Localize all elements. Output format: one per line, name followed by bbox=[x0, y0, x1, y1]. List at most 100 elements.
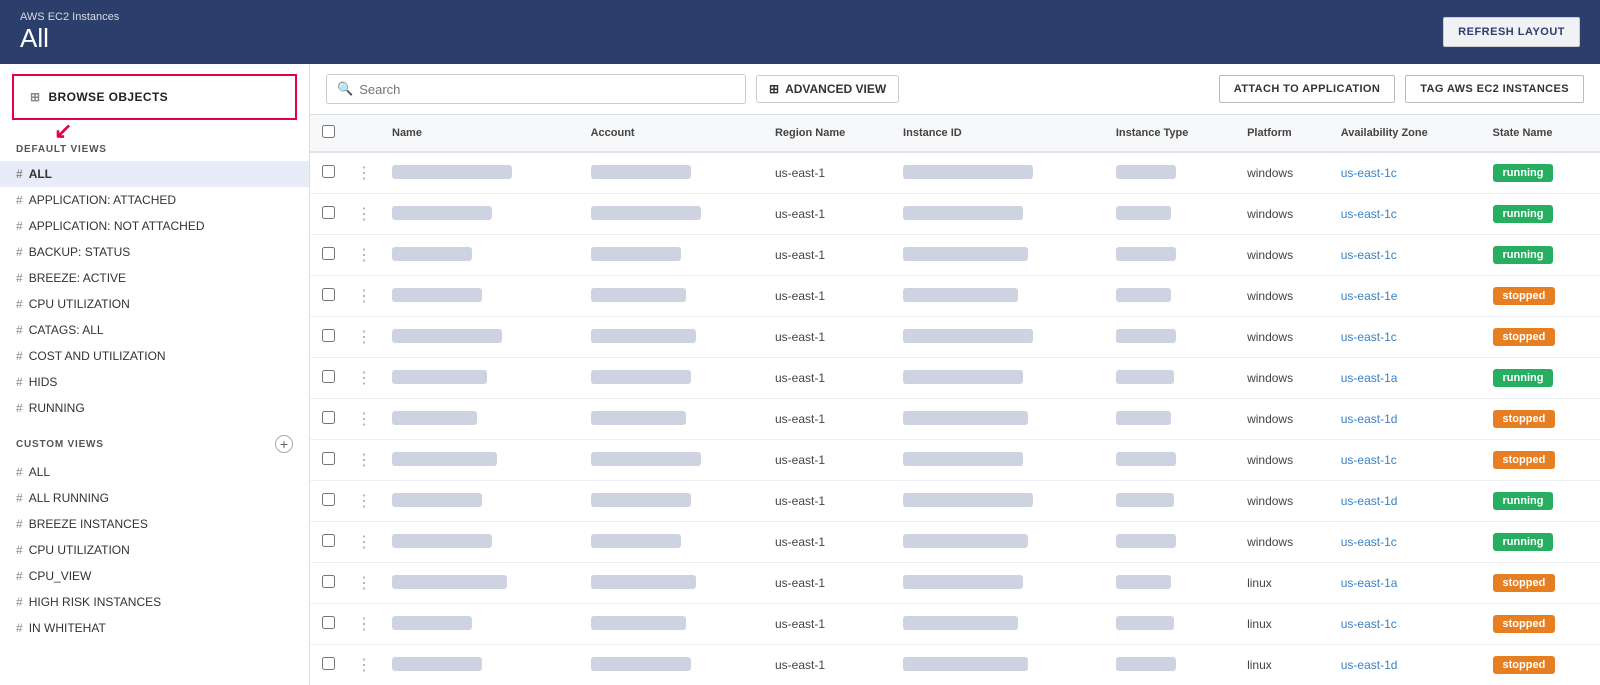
row-menu-button[interactable]: ⋮ bbox=[356, 165, 372, 182]
hash-icon: # bbox=[16, 297, 23, 311]
row-menu-button[interactable]: ⋮ bbox=[356, 206, 372, 223]
az-link[interactable]: us-east-1c bbox=[1341, 248, 1397, 262]
state-badge: running bbox=[1493, 533, 1554, 551]
sidebar-custom-item-2[interactable]: #BREEZE INSTANCES bbox=[0, 511, 309, 537]
row-checkbox-cell bbox=[310, 440, 346, 481]
instance-id-value bbox=[903, 575, 1023, 589]
row-checkbox-cell bbox=[310, 645, 346, 685]
row-checkbox-6[interactable] bbox=[322, 411, 335, 424]
advanced-view-button[interactable]: ⊞ ADVANCED VIEW bbox=[756, 75, 899, 103]
instance-id-value bbox=[903, 411, 1028, 425]
row-checkbox-12[interactable] bbox=[322, 657, 335, 670]
az-link[interactable]: us-east-1d bbox=[1341, 412, 1398, 426]
name-cell bbox=[382, 563, 581, 604]
az-link[interactable]: us-east-1c bbox=[1341, 453, 1397, 467]
sidebar-default-item-9[interactable]: #RUNNING bbox=[0, 395, 309, 421]
row-menu-button[interactable]: ⋮ bbox=[356, 247, 372, 264]
sidebar-custom-item-0[interactable]: #ALL bbox=[0, 459, 309, 485]
az-link[interactable]: us-east-1a bbox=[1341, 576, 1398, 590]
name-cell bbox=[382, 194, 581, 235]
az-link[interactable]: us-east-1e bbox=[1341, 289, 1398, 303]
default-views-label: DEFAULT VIEWS bbox=[0, 130, 309, 161]
row-checkbox-cell bbox=[310, 317, 346, 358]
attach-to-application-button[interactable]: ATTACH TO APPLICATION bbox=[1219, 75, 1396, 103]
row-menu-button[interactable]: ⋮ bbox=[356, 534, 372, 551]
table-row: ⋮ us-east-1 windows us-east-1e stopped bbox=[310, 276, 1600, 317]
sidebar-default-item-4[interactable]: #BREEZE: ACTIVE bbox=[0, 265, 309, 291]
row-menu-cell: ⋮ bbox=[346, 440, 382, 481]
instance-id-value bbox=[903, 206, 1023, 220]
select-all-checkbox[interactable] bbox=[322, 125, 335, 138]
name-cell bbox=[382, 358, 581, 399]
sidebar-item-label: HIDS bbox=[29, 375, 58, 389]
refresh-layout-button[interactable]: REFRESH LAYOUT bbox=[1443, 17, 1580, 47]
browse-objects-button[interactable]: ⊞ BROWSE OBJECTS ↙ bbox=[12, 74, 297, 120]
row-checkbox-8[interactable] bbox=[322, 493, 335, 506]
az-link[interactable]: us-east-1c bbox=[1341, 330, 1397, 344]
row-checkbox-5[interactable] bbox=[322, 370, 335, 383]
az-link[interactable]: us-east-1c bbox=[1341, 535, 1397, 549]
instance-id-value bbox=[903, 288, 1018, 302]
sidebar-default-item-6[interactable]: #CATAGS: ALL bbox=[0, 317, 309, 343]
row-checkbox-4[interactable] bbox=[322, 329, 335, 342]
row-menu-button[interactable]: ⋮ bbox=[356, 288, 372, 305]
table-row: ⋮ us-east-1 windows us-east-1c running bbox=[310, 194, 1600, 235]
az-link[interactable]: us-east-1c bbox=[1341, 166, 1397, 180]
name-value bbox=[392, 493, 482, 507]
toolbar: 🔍 ⊞ ADVANCED VIEW ATTACH TO APPLICATION … bbox=[310, 64, 1600, 115]
row-checkbox-10[interactable] bbox=[322, 575, 335, 588]
az-link[interactable]: us-east-1a bbox=[1341, 371, 1398, 385]
row-menu-button[interactable]: ⋮ bbox=[356, 329, 372, 346]
row-checkbox-2[interactable] bbox=[322, 247, 335, 260]
row-menu-button[interactable]: ⋮ bbox=[356, 370, 372, 387]
row-checkbox-cell bbox=[310, 194, 346, 235]
row-checkbox-11[interactable] bbox=[322, 616, 335, 629]
row-menu-button[interactable]: ⋮ bbox=[356, 493, 372, 510]
az-link[interactable]: us-east-1d bbox=[1341, 658, 1398, 672]
sidebar-custom-item-6[interactable]: #IN WHITEHAT bbox=[0, 615, 309, 641]
state-badge: running bbox=[1493, 369, 1554, 387]
name-value bbox=[392, 329, 502, 343]
sidebar-custom-item-1[interactable]: #ALL RUNNING bbox=[0, 485, 309, 511]
instance-id-value bbox=[903, 534, 1028, 548]
row-menu-cell: ⋮ bbox=[346, 522, 382, 563]
row-checkbox-0[interactable] bbox=[322, 165, 335, 178]
tag-ec2-instances-button[interactable]: TAG AWS EC2 INSTANCES bbox=[1405, 75, 1584, 103]
row-menu-button[interactable]: ⋮ bbox=[356, 411, 372, 428]
sidebar-default-item-2[interactable]: #APPLICATION: NOT ATTACHED bbox=[0, 213, 309, 239]
row-menu-button[interactable]: ⋮ bbox=[356, 657, 372, 674]
az-link[interactable]: us-east-1d bbox=[1341, 494, 1398, 508]
sidebar-custom-item-4[interactable]: #CPU_VIEW bbox=[0, 563, 309, 589]
az-link[interactable]: us-east-1c bbox=[1341, 617, 1397, 631]
search-input[interactable] bbox=[359, 82, 735, 97]
row-menu-button[interactable]: ⋮ bbox=[356, 452, 372, 469]
sidebar-default-item-1[interactable]: #APPLICATION: ATTACHED bbox=[0, 187, 309, 213]
row-checkbox-7[interactable] bbox=[322, 452, 335, 465]
account-cell bbox=[581, 481, 765, 522]
platform-col-header: Platform bbox=[1237, 115, 1331, 152]
name-cell bbox=[382, 276, 581, 317]
add-custom-view-button[interactable]: + bbox=[275, 435, 293, 453]
row-checkbox-1[interactable] bbox=[322, 206, 335, 219]
region-cell: us-east-1 bbox=[765, 481, 893, 522]
region-cell: us-east-1 bbox=[765, 399, 893, 440]
sidebar-item-label: CPU UTILIZATION bbox=[29, 297, 130, 311]
sidebar-custom-item-3[interactable]: #CPU UTILIZATION bbox=[0, 537, 309, 563]
row-checkbox-9[interactable] bbox=[322, 534, 335, 547]
row-menu-button[interactable]: ⋮ bbox=[356, 575, 372, 592]
row-checkbox-3[interactable] bbox=[322, 288, 335, 301]
sidebar-custom-item-5[interactable]: #HIGH RISK INSTANCES bbox=[0, 589, 309, 615]
az-link[interactable]: us-east-1c bbox=[1341, 207, 1397, 221]
instance-id-cell bbox=[893, 522, 1106, 563]
sidebar-default-item-8[interactable]: #HIDS bbox=[0, 369, 309, 395]
instance-id-cell bbox=[893, 481, 1106, 522]
sidebar-default-item-3[interactable]: #BACKUP: STATUS bbox=[0, 239, 309, 265]
sidebar-default-item-5[interactable]: # CPU UTILIZATION bbox=[0, 291, 309, 317]
sidebar-default-item-0[interactable]: #ALL bbox=[0, 161, 309, 187]
az-cell: us-east-1c bbox=[1331, 604, 1483, 645]
sidebar-default-item-7[interactable]: #COST AND UTILIZATION bbox=[0, 343, 309, 369]
instance-type-col-header: Instance Type bbox=[1106, 115, 1237, 152]
sidebar-item-label: IN WHITEHAT bbox=[29, 621, 106, 635]
row-menu-button[interactable]: ⋮ bbox=[356, 616, 372, 633]
name-value bbox=[392, 616, 472, 630]
